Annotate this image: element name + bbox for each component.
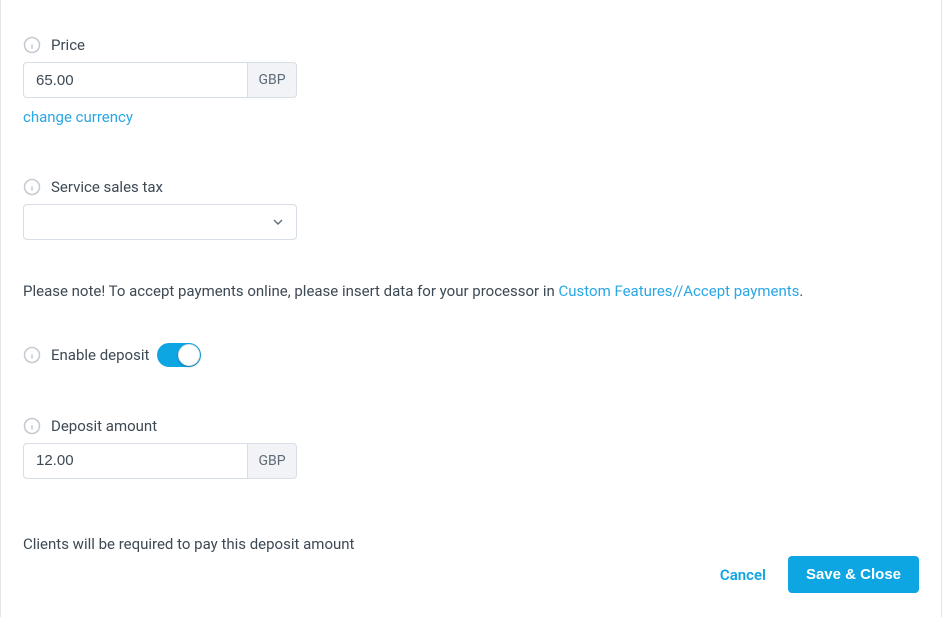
actions-row: Cancel Save & Close bbox=[23, 556, 919, 593]
chevron-down-icon bbox=[270, 214, 286, 230]
custom-features-link[interactable]: Custom Features//Accept payments bbox=[559, 282, 800, 300]
sales-tax-select[interactable] bbox=[23, 204, 297, 240]
cancel-button[interactable]: Cancel bbox=[716, 558, 770, 592]
info-icon bbox=[23, 36, 41, 54]
sales-tax-field: Service sales tax bbox=[23, 178, 919, 240]
payments-note-prefix: Please note! To accept payments online, … bbox=[23, 282, 559, 300]
deposit-amount-input-group: GBP bbox=[23, 443, 297, 479]
deposit-amount-field: Deposit amount GBP bbox=[23, 417, 919, 479]
enable-deposit-row: Enable deposit bbox=[23, 343, 919, 367]
enable-deposit-toggle[interactable] bbox=[157, 343, 201, 367]
deposit-amount-label: Deposit amount bbox=[51, 417, 157, 435]
payments-note-suffix: . bbox=[799, 282, 803, 300]
deposit-currency-addon: GBP bbox=[247, 443, 297, 479]
price-label-row: Price bbox=[23, 36, 919, 54]
deposit-amount-label-row: Deposit amount bbox=[23, 417, 919, 435]
save-close-button[interactable]: Save & Close bbox=[788, 556, 919, 593]
toggle-knob bbox=[178, 344, 200, 366]
info-icon bbox=[23, 178, 41, 196]
payments-note: Please note! To accept payments online, … bbox=[23, 280, 919, 303]
change-currency-link[interactable]: change currency bbox=[23, 108, 133, 126]
price-currency-addon: GBP bbox=[247, 62, 297, 98]
sales-tax-label-row: Service sales tax bbox=[23, 178, 919, 196]
enable-deposit-label: Enable deposit bbox=[51, 346, 149, 364]
sales-tax-label: Service sales tax bbox=[51, 178, 163, 196]
deposit-amount-input[interactable] bbox=[23, 443, 247, 479]
settings-panel: Price GBP change currency Service sales … bbox=[0, 0, 942, 617]
price-input[interactable] bbox=[23, 62, 247, 98]
price-field: Price GBP change currency bbox=[23, 36, 919, 126]
price-label: Price bbox=[51, 36, 85, 54]
deposit-hint: Clients will be required to pay this dep… bbox=[23, 533, 919, 556]
info-icon bbox=[23, 346, 41, 364]
price-input-group: GBP bbox=[23, 62, 297, 98]
info-icon bbox=[23, 417, 41, 435]
